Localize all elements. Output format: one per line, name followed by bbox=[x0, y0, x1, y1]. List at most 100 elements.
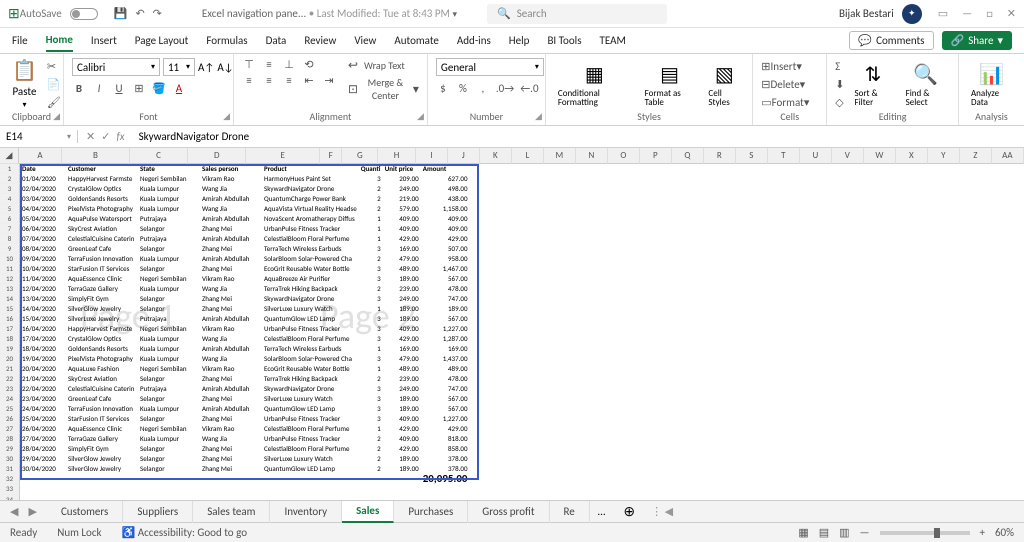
col-header[interactable]: X bbox=[896, 148, 928, 164]
autosum-icon[interactable]: Σ bbox=[835, 58, 844, 74]
col-header[interactable]: W bbox=[864, 148, 896, 164]
tab-view[interactable]: View bbox=[354, 30, 376, 51]
analyze-data-button[interactable]: 📊Analyze Data bbox=[967, 58, 1016, 110]
cancel-formula-icon[interactable]: ✕ bbox=[86, 130, 95, 143]
sheet-tab-inventory[interactable]: Inventory bbox=[270, 501, 342, 523]
merge-center-button[interactable]: ⊡ Merge & Center ▾ bbox=[348, 76, 419, 102]
minimize-icon[interactable]: — bbox=[962, 7, 972, 20]
redo-icon[interactable]: ↷ bbox=[153, 7, 162, 20]
font-name-combo[interactable]: Calibri▾ bbox=[72, 58, 160, 76]
dialog-launcher-icon[interactable]: ◢ bbox=[53, 111, 60, 122]
percent-icon[interactable]: % bbox=[456, 82, 470, 95]
tab-page-layout[interactable]: Page Layout bbox=[135, 30, 189, 51]
col-header[interactable]: B bbox=[62, 148, 130, 164]
col-header[interactable]: G bbox=[342, 148, 378, 164]
col-header[interactable]: H bbox=[378, 148, 416, 164]
align-top-icon[interactable]: ⊤ bbox=[242, 58, 256, 71]
format-as-table-button[interactable]: ▤Format as Table bbox=[641, 58, 699, 110]
tab-add-ins[interactable]: Add-ins bbox=[457, 30, 491, 51]
zoom-level[interactable]: 60% bbox=[995, 526, 1014, 539]
fx-icon[interactable]: fx bbox=[116, 130, 124, 143]
col-header[interactable]: I bbox=[416, 148, 448, 164]
share-button[interactable]: 🔗 Share ▾ bbox=[942, 31, 1013, 50]
col-header[interactable]: Z bbox=[960, 148, 992, 164]
paste-button[interactable]: 📋Paste▾ bbox=[8, 58, 41, 110]
sheet-tab-customers[interactable]: Customers bbox=[47, 501, 123, 523]
number-format-combo[interactable]: General▾ bbox=[436, 58, 544, 76]
dialog-launcher-icon[interactable]: ◢ bbox=[417, 111, 424, 122]
sheet-tab-re[interactable]: Re bbox=[550, 501, 590, 523]
col-header[interactable]: V bbox=[832, 148, 864, 164]
col-header[interactable]: C bbox=[130, 148, 188, 164]
tab-help[interactable]: Help bbox=[509, 30, 530, 51]
find-select-button[interactable]: 🔍Find & Select bbox=[902, 58, 950, 110]
col-header[interactable]: S bbox=[736, 148, 768, 164]
zoom-slider[interactable] bbox=[880, 531, 970, 535]
align-left-icon[interactable]: ≡ bbox=[242, 74, 256, 87]
dialog-launcher-icon[interactable]: ◢ bbox=[535, 111, 542, 122]
status-accessibility[interactable]: ♿ Accessibility: Good to go bbox=[122, 526, 247, 539]
col-header[interactable]: N bbox=[576, 148, 608, 164]
sort-filter-button[interactable]: ⇅Sort & Filter bbox=[850, 58, 895, 110]
border-icon[interactable]: ⊞ bbox=[132, 82, 146, 95]
name-box[interactable]: E14▾ bbox=[0, 130, 78, 143]
view-normal-icon[interactable]: ▦ bbox=[798, 526, 808, 539]
undo-icon[interactable]: ↶ bbox=[135, 7, 144, 20]
data-table[interactable]: DateCustomerStateSales personProductQuan… bbox=[20, 164, 470, 485]
decrease-font-icon[interactable]: A↓ bbox=[217, 61, 233, 74]
align-middle-icon[interactable]: ≡ bbox=[262, 58, 276, 71]
ribbon-mode-icon[interactable]: ▭ bbox=[938, 7, 948, 20]
view-pagebreak-icon[interactable]: ▥ bbox=[839, 526, 849, 539]
sheet-tab-sales[interactable]: Sales bbox=[342, 501, 394, 523]
col-header[interactable]: R bbox=[704, 148, 736, 164]
clear-icon[interactable]: ◇ bbox=[835, 94, 844, 110]
inc-decimal-icon[interactable]: .0→ bbox=[496, 82, 514, 95]
col-header[interactable]: A bbox=[19, 148, 62, 164]
sheet-prev-icon[interactable]: ◀ bbox=[10, 505, 18, 518]
search-box[interactable]: 🔍 Search bbox=[487, 4, 667, 24]
font-color-icon[interactable]: A bbox=[172, 82, 186, 95]
sheet-tab-purchases[interactable]: Purchases bbox=[394, 501, 468, 523]
col-header[interactable]: J bbox=[448, 148, 480, 164]
font-size-combo[interactable]: 11▾ bbox=[163, 58, 195, 76]
col-header[interactable]: O bbox=[608, 148, 640, 164]
fill-color-icon[interactable]: 🪣 bbox=[152, 82, 166, 95]
copy-icon[interactable]: 📄 bbox=[47, 76, 61, 92]
zoom-in-icon[interactable]: + bbox=[980, 526, 985, 539]
align-right-icon[interactable]: ≡ bbox=[282, 74, 296, 87]
dec-decimal-icon[interactable]: ←.0 bbox=[520, 82, 538, 95]
zoom-out-icon[interactable]: — bbox=[860, 526, 870, 539]
format-button[interactable]: ▭ Format ▾ bbox=[761, 94, 809, 110]
select-all-triangle[interactable]: ◢ bbox=[0, 148, 19, 164]
save-icon[interactable]: 💾 bbox=[114, 7, 128, 20]
italic-icon[interactable]: I bbox=[92, 82, 106, 95]
cut-icon[interactable]: ✂ bbox=[47, 58, 61, 74]
delete-button[interactable]: ⊟ Delete ▾ bbox=[761, 76, 809, 92]
col-header[interactable]: M bbox=[544, 148, 576, 164]
comments-button[interactable]: 💬 Comments bbox=[849, 31, 933, 50]
conditional-formatting-button[interactable]: ▦Conditional Formatting bbox=[554, 58, 635, 110]
tab-review[interactable]: Review bbox=[304, 30, 336, 51]
autosave-toggle[interactable]: AutoSave bbox=[20, 7, 102, 20]
comma-icon[interactable]: , bbox=[476, 82, 490, 95]
user-account[interactable]: Bijak Bestari✦ bbox=[839, 4, 922, 24]
column-headers[interactable]: ◢ ABCDEFGHIJKLMNOPQRSTUVWXYZAA bbox=[0, 148, 1024, 164]
col-header[interactable]: Q bbox=[672, 148, 704, 164]
bold-icon[interactable]: B bbox=[72, 82, 86, 95]
increase-font-icon[interactable]: A↑ bbox=[198, 61, 214, 74]
insert-button[interactable]: ⊞ Insert ▾ bbox=[761, 58, 809, 74]
orientation-icon[interactable]: ⟲ bbox=[302, 58, 316, 71]
col-header[interactable]: F bbox=[320, 148, 343, 164]
wrap-text-button[interactable]: ↩ Wrap Text bbox=[348, 58, 419, 73]
fill-icon[interactable]: ⬇ bbox=[835, 76, 844, 92]
col-header[interactable]: P bbox=[640, 148, 672, 164]
sheet-tab-suppliers[interactable]: Suppliers bbox=[123, 501, 193, 523]
format-painter-icon[interactable]: 🖌 bbox=[47, 94, 61, 110]
col-header[interactable]: D bbox=[188, 148, 246, 164]
col-header[interactable]: K bbox=[480, 148, 512, 164]
col-header[interactable]: U bbox=[800, 148, 832, 164]
indent-dec-icon[interactable]: ⇤ bbox=[302, 74, 316, 87]
cell-styles-button[interactable]: ▧Cell Styles bbox=[704, 58, 744, 110]
tab-file[interactable]: File bbox=[12, 30, 28, 51]
tab-bi-tools[interactable]: BI Tools bbox=[547, 30, 581, 51]
